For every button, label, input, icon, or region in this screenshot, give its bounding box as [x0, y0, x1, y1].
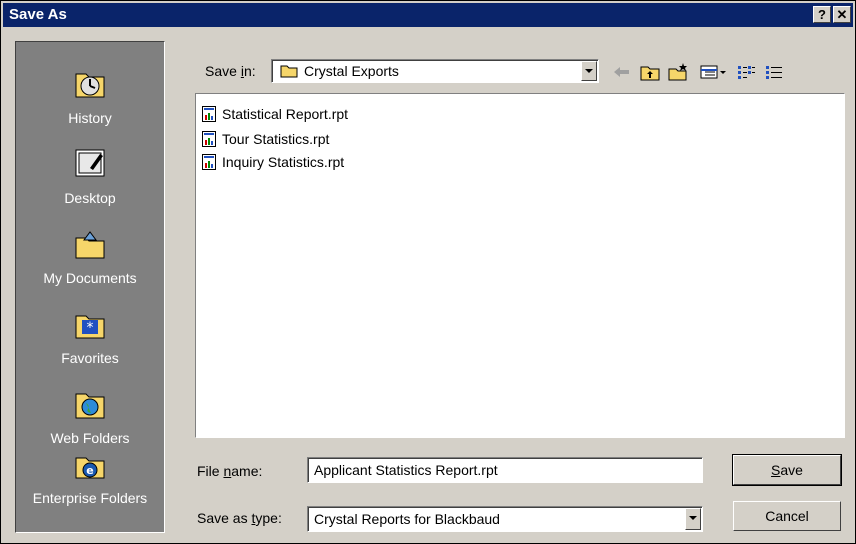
folder-icon: [280, 65, 298, 78]
place-label: Desktop: [64, 190, 116, 206]
title-bar[interactable]: Save As ? ✕: [3, 3, 853, 27]
svg-text:e: e: [86, 464, 93, 477]
save-as-dialog: Save As ? ✕ History Desktop My Documents…: [0, 0, 856, 544]
save-as-type-value: Crystal Reports for Blackbaud: [314, 511, 500, 527]
save-as-type-label: Save as type:: [197, 510, 282, 526]
window-title: Save As: [9, 6, 67, 23]
place-enterprise-folders[interactable]: e Enterprise Folders: [16, 446, 164, 526]
web-folders-icon: [75, 393, 105, 419]
report-file-icon: [202, 154, 216, 170]
report-file-icon: [202, 131, 216, 147]
save-button[interactable]: Save: [732, 454, 842, 486]
save-in-label: Save in:: [205, 63, 256, 79]
file-name: Inquiry Statistics.rpt: [222, 154, 345, 170]
views-menu-icon: [700, 65, 726, 79]
close-button[interactable]: ✕: [833, 6, 851, 23]
places-bar: History Desktop My Documents * Favorites…: [15, 41, 165, 533]
file-name: Statistical Report.rpt: [222, 106, 349, 122]
file-name-field[interactable]: Applicant Statistics Report.rpt: [307, 457, 703, 483]
list-view-icon: [738, 66, 755, 79]
list-view-button[interactable]: [735, 62, 757, 82]
back-button[interactable]: [611, 62, 633, 82]
place-label: History: [68, 110, 112, 126]
place-favorites[interactable]: * Favorites: [16, 306, 164, 386]
up-one-level-button[interactable]: [639, 62, 661, 82]
details-view-icon: [766, 66, 782, 79]
place-label: Enterprise Folders: [32, 490, 148, 506]
file-list[interactable]: Statistical Report.rpt Tour Statistics.r…: [195, 93, 845, 438]
up-folder-icon: [640, 66, 660, 81]
save-as-type-combo[interactable]: Crystal Reports for Blackbaud: [307, 506, 703, 532]
file-name: Tour Statistics.rpt: [222, 131, 330, 147]
place-history[interactable]: History: [16, 66, 164, 146]
save-in-combo[interactable]: Crystal Exports: [271, 59, 599, 83]
history-icon: [75, 73, 105, 98]
new-folder-icon: [668, 63, 687, 81]
desktop-icon: [75, 149, 105, 177]
save-in-value: Crystal Exports: [304, 63, 399, 79]
enterprise-folders-icon: e: [75, 457, 105, 479]
save-in-dropdown-arrow[interactable]: [581, 61, 597, 81]
place-desktop[interactable]: Desktop: [16, 146, 164, 226]
place-label: My Documents: [43, 270, 137, 286]
file-name-value: Applicant Statistics Report.rpt: [314, 462, 498, 478]
create-new-folder-button[interactable]: [667, 62, 689, 82]
views-menu-button[interactable]: [699, 62, 729, 82]
details-view-button[interactable]: [763, 62, 785, 82]
file-name-label: File name:: [197, 463, 263, 479]
place-my-documents[interactable]: My Documents: [16, 226, 164, 306]
place-label: Favorites: [61, 350, 119, 366]
favorites-icon: *: [75, 315, 105, 339]
help-button[interactable]: ?: [813, 6, 831, 23]
report-file-icon: [202, 106, 216, 122]
svg-text:*: *: [87, 320, 94, 336]
save-as-type-dropdown-arrow[interactable]: [685, 508, 701, 530]
my-documents-icon: [75, 231, 105, 259]
back-icon: [614, 67, 629, 77]
cancel-button[interactable]: Cancel: [733, 501, 841, 531]
place-label: Web Folders: [50, 430, 130, 446]
